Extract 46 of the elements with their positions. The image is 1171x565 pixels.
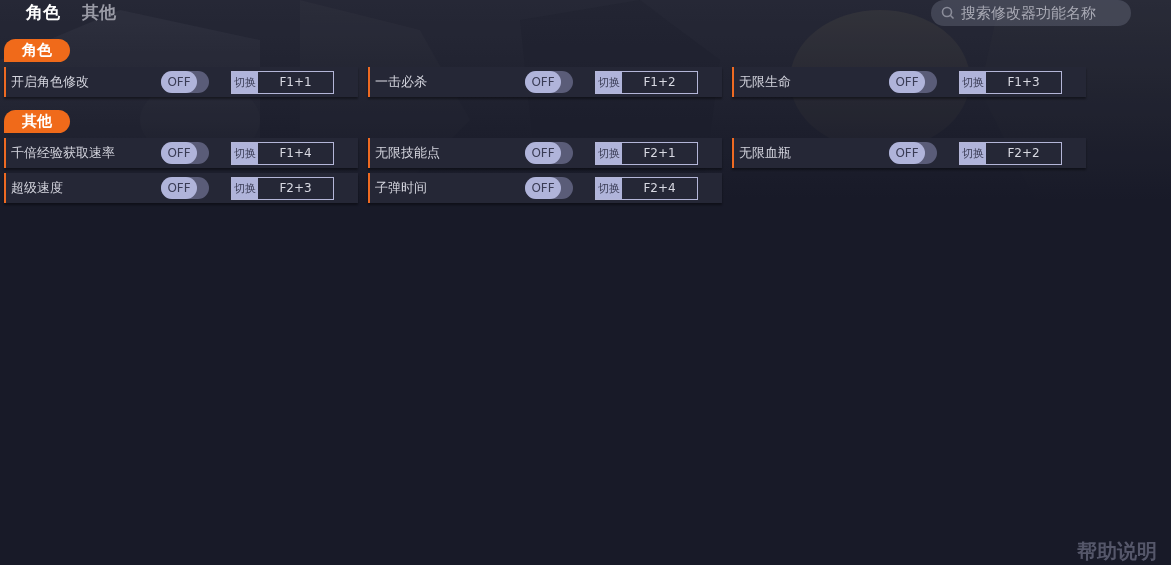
toggle-switch[interactable]: OFF — [525, 142, 573, 164]
hotkey-label: 切换 — [596, 71, 622, 93]
hotkey-value: F2+2 — [1006, 145, 1041, 162]
toggle-switch[interactable]: OFF — [525, 177, 573, 199]
cheat-name: 无限血瓶 — [739, 144, 792, 162]
hotkey-field[interactable]: 切换 F2+3 — [231, 176, 334, 200]
hotkey-label: 切换 — [232, 177, 258, 199]
hotkey-label: 切换 — [596, 142, 622, 164]
cheat-name: 超级速度 — [11, 179, 64, 197]
hotkey-value: F1+4 — [278, 145, 313, 162]
hotkey-label: 切换 — [596, 177, 622, 199]
cheat-name: 一击必杀 — [375, 73, 428, 91]
hotkey-field[interactable]: 切换 F1+2 — [595, 70, 698, 94]
toggle-switch[interactable]: OFF — [889, 71, 937, 93]
hotkey-field[interactable]: 切换 F1+4 — [231, 141, 334, 165]
search-icon — [941, 6, 955, 20]
hotkey-field[interactable]: 切换 F2+1 — [595, 141, 698, 165]
section-tag: 角色 — [4, 39, 70, 62]
section-tag: 其他 — [4, 110, 70, 133]
cheat-name: 无限技能点 — [375, 144, 441, 162]
hotkey-value: F2+1 — [642, 145, 677, 162]
hotkey-field[interactable]: 切换 F2+2 — [959, 141, 1062, 165]
toggle-switch[interactable]: OFF — [161, 71, 209, 93]
hotkey-field[interactable]: 切换 F1+3 — [959, 70, 1062, 94]
cheat-name: 子弹时间 — [375, 179, 428, 197]
hotkey-field[interactable]: 切换 F1+1 — [231, 70, 334, 94]
hotkey-value: F1+2 — [642, 74, 677, 91]
hotkey-label: 切换 — [232, 142, 258, 164]
cheat-name: 开启角色修改 — [11, 73, 90, 91]
tab[interactable]: 其他 — [74, 0, 124, 24]
toggle-switch[interactable]: OFF — [525, 71, 573, 93]
cheat-name: 无限生命 — [739, 73, 792, 91]
toggle-switch[interactable]: OFF — [161, 177, 209, 199]
hotkey-value: F1+1 — [278, 74, 313, 91]
toggle-switch[interactable]: OFF — [161, 142, 209, 164]
tab[interactable]: 角色 — [18, 0, 68, 24]
cheat-name: 千倍经验获取速率 — [11, 144, 116, 162]
hotkey-label: 切换 — [232, 71, 258, 93]
hotkey-label: 切换 — [960, 71, 986, 93]
hotkey-label: 切换 — [960, 142, 986, 164]
hotkey-value: F2+3 — [278, 180, 313, 197]
hotkey-value: F1+3 — [1006, 74, 1041, 91]
hotkey-value: F2+4 — [642, 180, 677, 197]
hotkey-field[interactable]: 切换 F2+4 — [595, 176, 698, 200]
toggle-switch[interactable]: OFF — [889, 142, 937, 164]
search-field[interactable]: 搜索修改器功能名称 — [931, 0, 1131, 26]
